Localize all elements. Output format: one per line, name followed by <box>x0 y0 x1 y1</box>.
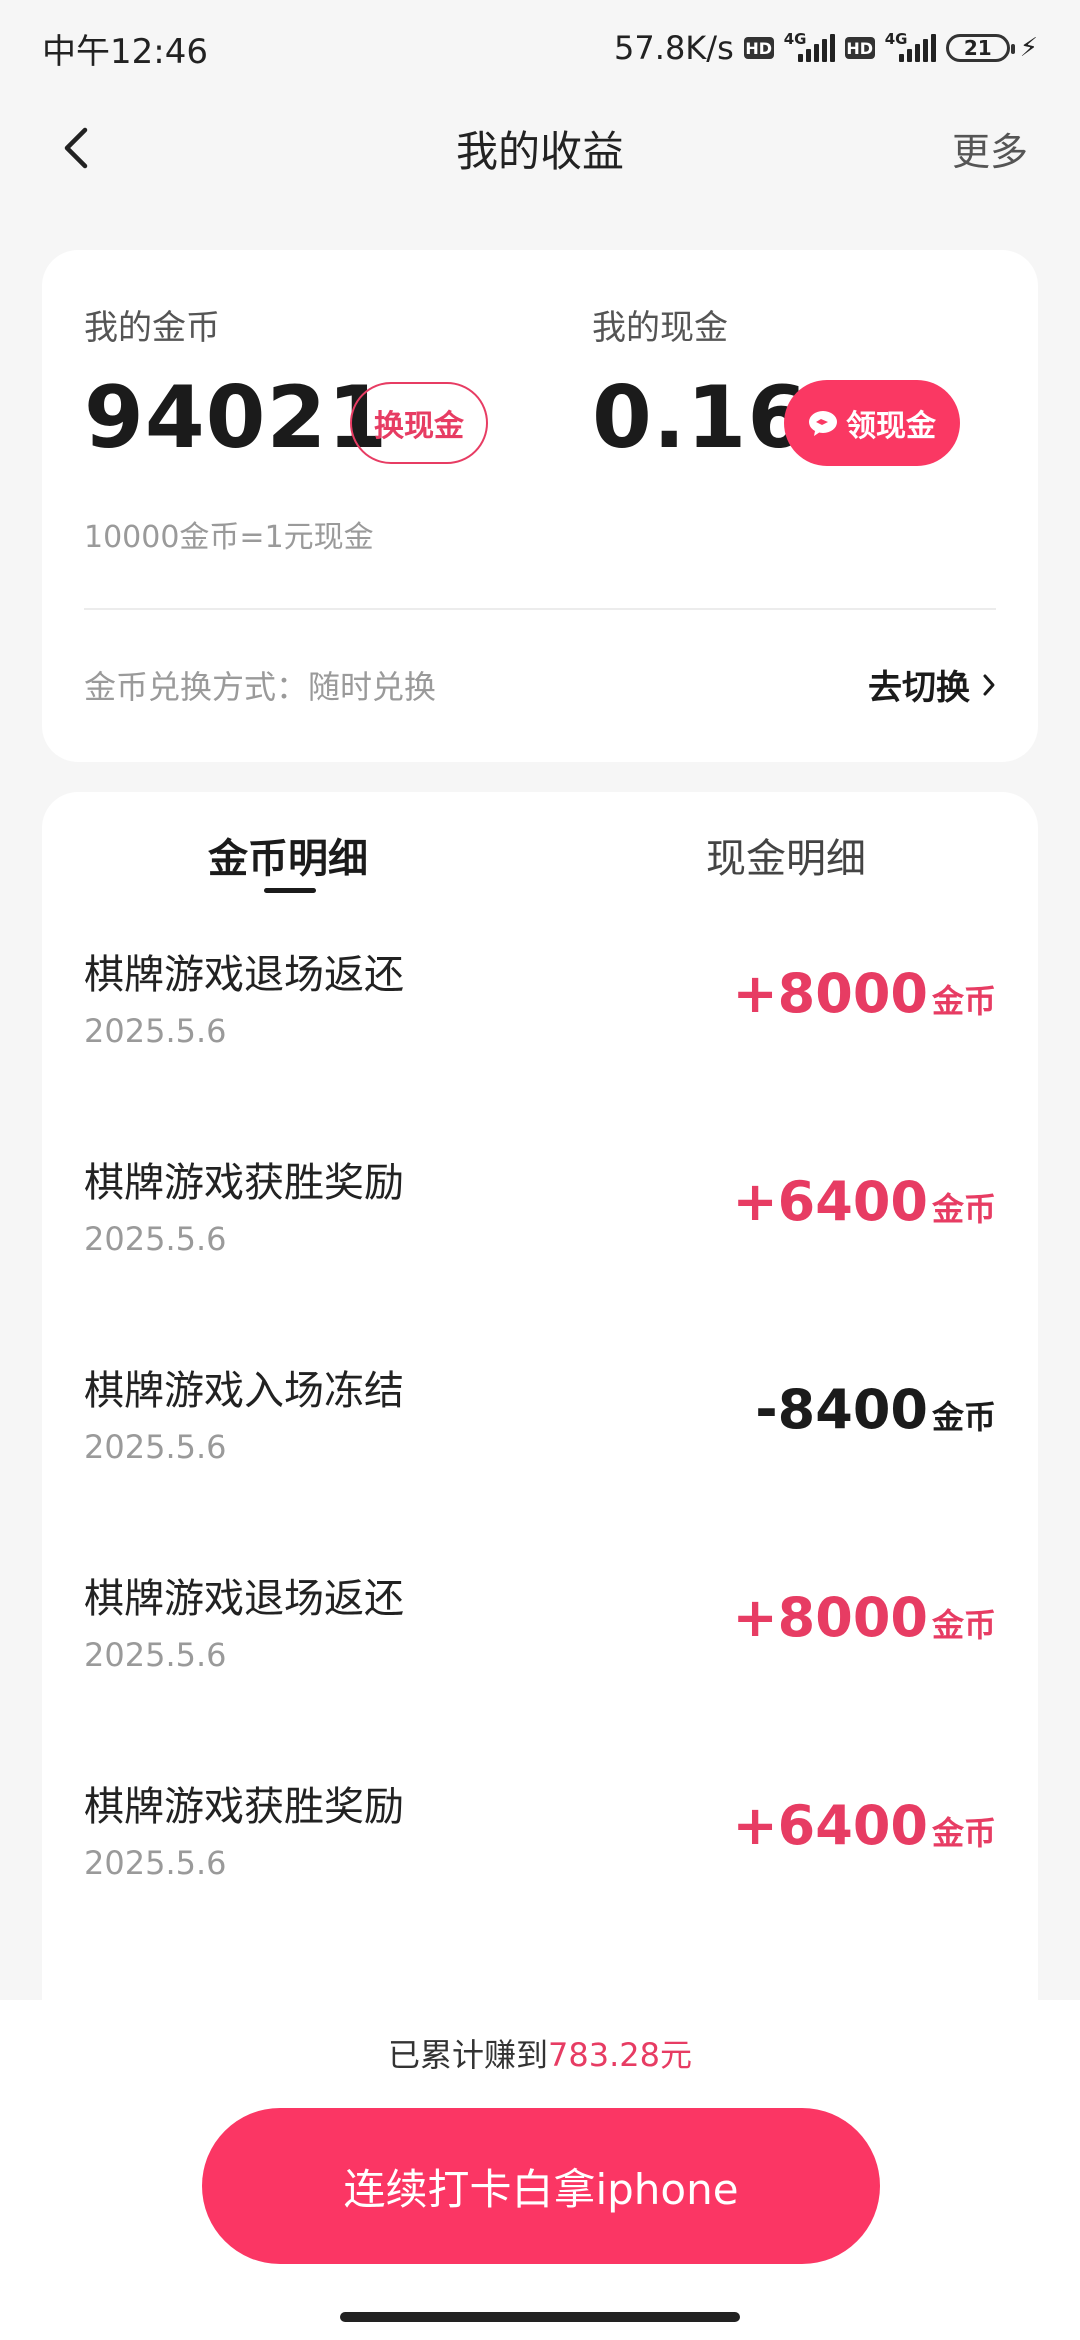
record-date: 2025.5.6 <box>84 1636 227 1674</box>
page-title: 我的收益 <box>455 126 624 176</box>
amount-unit: 金币 <box>931 1398 996 1436</box>
record-title: 棋牌游戏获胜奖励 <box>84 1784 404 1830</box>
list-item: 棋牌游戏入场冻结 2025.5.6 -8400 金币 <box>42 1338 1038 1546</box>
tab-coin-details[interactable]: 金币明细 <box>208 826 368 884</box>
record-amount: -8400 金币 <box>755 1378 996 1441</box>
amount-value: +6400 <box>732 1794 928 1857</box>
signal-type-2: 4G <box>884 30 908 48</box>
details-card: 金币明细 现金明细 棋牌游戏退场返还 2025.5.6 +8000 金币 棋牌游… <box>42 792 1038 2052</box>
amount-unit: 金币 <box>931 1190 996 1228</box>
record-date: 2025.5.6 <box>84 1220 227 1258</box>
status-time: 中午12:46 <box>42 31 208 72</box>
amount-unit: 金币 <box>931 982 996 1020</box>
screen: 中午12:46 57.8K/s HD 4G HD 4G 21 ⚡ 我的收益 更多… <box>0 0 1080 2340</box>
total-amount: 783.28元 <box>548 2036 692 2074</box>
coins-label: 我的金币 <box>84 308 220 348</box>
cell-signal-icon-2: 4G <box>885 30 936 62</box>
switch-method-button[interactable]: 去切换 <box>868 660 996 709</box>
record-date: 2025.5.6 <box>84 1844 227 1882</box>
record-title: 棋牌游戏获胜奖励 <box>84 1160 404 1206</box>
cash-value: 0.16 <box>592 368 809 468</box>
earnings-card: 我的金币 94021 换现金 我的现金 0.16 领现金 10000金币=1元现… <box>42 250 1038 762</box>
record-title: 棋牌游戏退场返还 <box>84 952 404 998</box>
record-title: 棋牌游戏入场冻结 <box>84 1368 404 1414</box>
list-item: 棋牌游戏退场返还 2025.5.6 +8000 金币 <box>42 1546 1038 1754</box>
hd-badge-1: HD <box>743 37 774 59</box>
signal-type-1: 4G <box>783 30 807 48</box>
record-date: 2025.5.6 <box>84 1012 227 1050</box>
withdraw-cash-button[interactable]: 领现金 <box>784 380 960 466</box>
tab-cash-details[interactable]: 现金明细 <box>706 826 866 884</box>
amount-unit: 金币 <box>931 1606 996 1644</box>
list-item: 棋牌游戏获胜奖励 2025.5.6 +6400 金币 <box>42 1754 1038 1962</box>
record-title: 棋牌游戏退场返还 <box>84 1576 404 1622</box>
back-arrow-icon[interactable] <box>52 124 100 172</box>
withdraw-label: 领现金 <box>846 409 936 444</box>
bottom-bar: 已累计赚到783.28元 连续打卡白拿iphone <box>0 2000 1080 2340</box>
record-date: 2025.5.6 <box>84 1428 227 1466</box>
amount-value: +8000 <box>732 962 928 1025</box>
exchange-rate-note: 10000金币=1元现金 <box>84 520 374 555</box>
divider <box>84 608 996 610</box>
coins-value: 94021 <box>84 368 389 468</box>
list-item: 棋牌游戏退场返还 2025.5.6 +8000 金币 <box>42 922 1038 1130</box>
status-indicators: 57.8K/s HD 4G HD 4G 21 ⚡ <box>614 29 1038 67</box>
record-amount: +8000 金币 <box>732 1586 996 1649</box>
cell-signal-icon-1: 4G <box>784 30 835 62</box>
battery-icon: 21 <box>945 34 1015 62</box>
record-amount: +6400 金币 <box>732 1794 996 1857</box>
exchange-cash-button[interactable]: 换现金 <box>350 382 488 464</box>
switch-label: 去切换 <box>868 668 970 708</box>
net-speed: 57.8K/s <box>614 29 734 67</box>
cash-label: 我的现金 <box>592 308 728 348</box>
amount-value: -8400 <box>755 1378 928 1441</box>
record-amount: +6400 金币 <box>732 1170 996 1233</box>
status-bar: 中午12:46 57.8K/s HD 4G HD 4G 21 ⚡ <box>0 0 1080 96</box>
hd-badge-2: HD <box>844 37 875 59</box>
home-indicator[interactable] <box>340 2312 740 2322</box>
detail-tabs: 金币明细 现金明细 <box>42 792 1038 922</box>
amount-unit: 金币 <box>931 1814 996 1852</box>
chevron-right-icon <box>983 674 995 695</box>
amount-value: +8000 <box>732 1586 928 1649</box>
amount-value: +6400 <box>732 1170 928 1233</box>
charging-icon: ⚡ <box>1019 33 1038 63</box>
more-button[interactable]: 更多 <box>952 121 1028 176</box>
checkin-button[interactable]: 连续打卡白拿iphone <box>202 2108 880 2264</box>
record-amount: +8000 金币 <box>732 962 996 1025</box>
total-earned: 已累计赚到783.28元 <box>0 2030 1080 2076</box>
total-prefix: 已累计赚到 <box>388 2036 549 2074</box>
top-nav: 我的收益 更多 <box>0 100 1080 196</box>
list-item: 棋牌游戏获胜奖励 2025.5.6 +6400 金币 <box>42 1130 1038 1338</box>
wechat-icon <box>809 411 837 436</box>
tab-indicator <box>264 888 316 893</box>
exchange-method: 金币兑换方式：随时兑换 <box>84 668 437 706</box>
